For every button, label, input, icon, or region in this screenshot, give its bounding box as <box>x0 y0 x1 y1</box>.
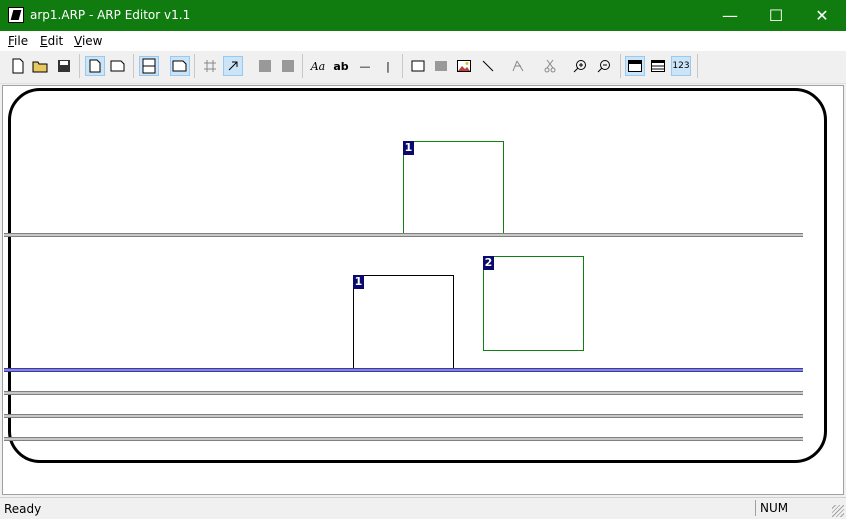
band-icon[interactable] <box>139 56 159 76</box>
report-field[interactable]: 1 <box>353 275 454 369</box>
status-bar: Ready NUM <box>0 497 846 519</box>
num-lock-indicator: NUM <box>755 500 826 516</box>
open-icon[interactable] <box>31 56 51 76</box>
numbers-icon[interactable]: 123 <box>671 56 691 76</box>
table-view-icon[interactable] <box>648 56 668 76</box>
menu-bar: File Edit View <box>0 31 846 51</box>
zoom-out-icon[interactable] <box>594 56 614 76</box>
page-icon[interactable] <box>85 56 105 76</box>
report-canvas[interactable]: 1 1 2 <box>2 85 844 495</box>
section-band-selected[interactable] <box>4 368 803 372</box>
maximize-button[interactable]: ☐ <box>753 0 799 31</box>
fill-gray-2-icon[interactable] <box>278 56 298 76</box>
report-field[interactable]: 1 <box>403 141 504 234</box>
filled-rect-icon[interactable] <box>431 56 451 76</box>
text-field-icon[interactable]: ab <box>331 56 351 76</box>
field-tag: 1 <box>353 275 364 289</box>
menu-view[interactable]: View <box>74 34 102 48</box>
menu-file[interactable]: File <box>8 34 28 48</box>
fill-gray-icon[interactable] <box>255 56 275 76</box>
rectangle-icon[interactable] <box>408 56 428 76</box>
section-band[interactable] <box>4 233 803 237</box>
pen-icon[interactable] <box>508 56 528 76</box>
title-bar: arp1.ARP - ARP Editor v1.1 — ☐ ✕ <box>0 0 846 31</box>
section-band[interactable] <box>4 437 803 441</box>
section-icon[interactable] <box>170 56 190 76</box>
cut-icon[interactable] <box>540 56 560 76</box>
grid-icon[interactable] <box>200 56 220 76</box>
select-arrow-icon[interactable] <box>223 56 243 76</box>
status-text: Ready <box>4 502 42 516</box>
app-icon[interactable] <box>8 7 24 23</box>
toolbar: Aa ab — | 123 <box>0 51 846 84</box>
font-icon[interactable]: Aa <box>308 56 328 76</box>
page-landscape-icon[interactable] <box>108 56 128 76</box>
field-tag: 1 <box>403 141 414 155</box>
section-band[interactable] <box>4 414 803 418</box>
new-icon[interactable] <box>8 56 28 76</box>
section-band[interactable] <box>4 391 803 395</box>
save-icon[interactable] <box>54 56 74 76</box>
window-view-icon[interactable] <box>625 56 645 76</box>
zoom-in-icon[interactable] <box>570 56 590 76</box>
resize-grip-icon[interactable] <box>832 505 844 517</box>
minimize-button[interactable]: — <box>707 0 753 31</box>
image-icon[interactable] <box>454 56 474 76</box>
field-tag: 2 <box>483 256 494 270</box>
report-field[interactable]: 2 <box>483 256 584 351</box>
vline-icon[interactable]: | <box>378 56 398 76</box>
window-title: arp1.ARP - ARP Editor v1.1 <box>30 8 191 22</box>
hline-icon[interactable]: — <box>355 56 375 76</box>
close-button[interactable]: ✕ <box>799 0 845 31</box>
menu-edit[interactable]: Edit <box>40 34 63 48</box>
line-icon[interactable] <box>478 56 498 76</box>
